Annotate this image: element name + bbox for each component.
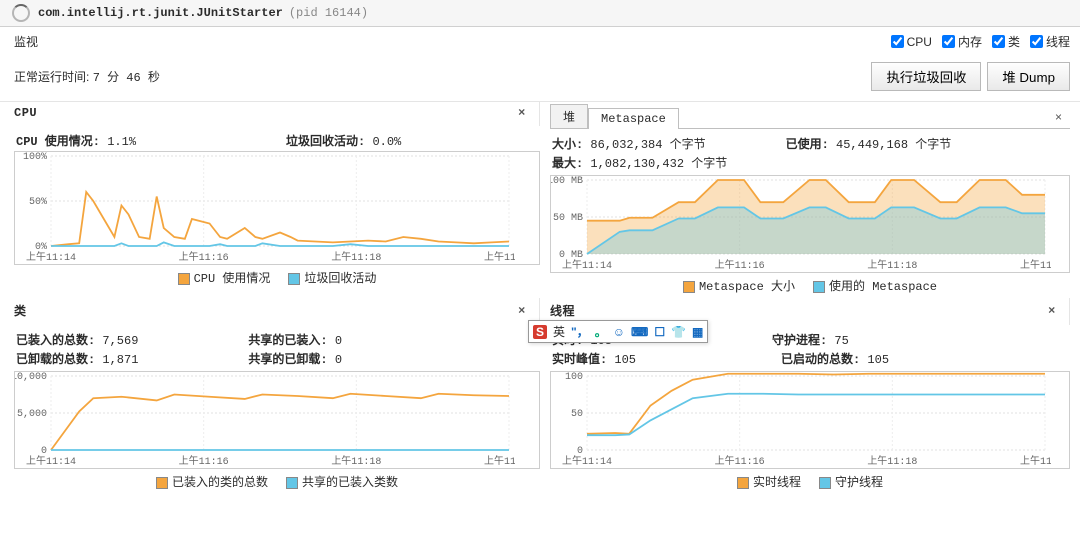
- ime-bubble-icon[interactable]: ☐: [654, 325, 665, 339]
- spinner-icon: [12, 4, 30, 22]
- close-icon[interactable]: ×: [1055, 110, 1070, 128]
- thr-started-value: 105: [867, 353, 889, 367]
- svg-text:上午11:16: 上午11:16: [179, 454, 229, 468]
- svg-text:上午11:18: 上午11:18: [867, 454, 917, 468]
- svg-text:上午11:14: 上午11:14: [26, 454, 76, 468]
- svg-text:上午11:14: 上午11:14: [26, 250, 76, 264]
- svg-text:50 MB: 50 MB: [553, 213, 583, 224]
- svg-text:上午11:20: 上午11:20: [1020, 454, 1051, 468]
- check-classes-box[interactable]: [992, 35, 1005, 48]
- ime-toolbar[interactable]: S 英 "， 。 ☺ ⌨ ☐ 👕 ▦: [528, 320, 708, 343]
- thr-peak-value: 105: [614, 353, 636, 367]
- cls-unload-value: 1,871: [102, 353, 138, 367]
- threads-chart: 0 50 100 上午11:14 上午11:16 上午11:18 上午11:20: [550, 371, 1070, 469]
- legend-meta-blue: 使用的 Metaspace: [813, 277, 937, 294]
- check-cpu-box[interactable]: [891, 35, 904, 48]
- svg-text:0%: 0%: [35, 242, 47, 253]
- cls-shared-value: 0: [335, 334, 342, 348]
- thr-peak-label: 实时峰值:: [552, 353, 607, 367]
- legend-meta-orange: Metaspace 大小: [683, 277, 795, 294]
- cpu-gc-label: 垃圾回收活动:: [286, 135, 365, 149]
- heap-size-value: 86,032,384 个字节: [590, 138, 705, 152]
- svg-text:上午11:18: 上午11:18: [331, 250, 381, 264]
- svg-text:5,000: 5,000: [17, 409, 47, 420]
- svg-text:上午11:16: 上午11:16: [715, 454, 765, 468]
- svg-text:上午11:14: 上午11:14: [562, 454, 612, 468]
- svg-text:100 MB: 100 MB: [551, 176, 583, 187]
- svg-text:上午11:18: 上午11:18: [331, 454, 381, 468]
- svg-text:上午11:20: 上午11:20: [484, 250, 515, 264]
- cls-sharedun-label: 共享的已卸载:: [248, 353, 327, 367]
- ime-punct-icon[interactable]: "，: [571, 323, 589, 340]
- svg-text:50: 50: [571, 409, 583, 420]
- svg-text:上午11:14: 上午11:14: [562, 258, 612, 272]
- svg-text:0: 0: [41, 446, 47, 457]
- svg-text:上午11:20: 上午11:20: [484, 454, 515, 468]
- ime-grid-icon[interactable]: ▦: [692, 325, 703, 339]
- cpu-usage-label: CPU 使用情况:: [16, 135, 100, 149]
- check-classes[interactable]: 类: [992, 33, 1020, 50]
- heap-used-label: 已使用:: [786, 138, 829, 152]
- gc-button[interactable]: 执行垃圾回收: [871, 62, 981, 91]
- ime-keyboard-icon[interactable]: ⌨: [631, 325, 648, 339]
- cpu-gc-value: 0.0%: [372, 135, 401, 149]
- svg-text:0: 0: [577, 446, 583, 457]
- legend-thr-orange: 实时线程: [737, 473, 801, 490]
- check-mem-box[interactable]: [942, 35, 955, 48]
- metaspace-chart: 0 MB 50 MB 100 MB 上午11:14 上午11:16 上午11:18 上午11…: [550, 175, 1070, 273]
- svg-text:上午11:20: 上午11:20: [1020, 258, 1051, 272]
- tab-metaspace[interactable]: Metaspace: [588, 108, 679, 129]
- cls-sharedun-value: 0: [335, 353, 342, 367]
- tab-heap[interactable]: 堆: [550, 104, 588, 128]
- monitor-label: 监视: [14, 33, 38, 50]
- thr-daemon-value: 75: [834, 334, 848, 348]
- svg-text:上午11:16: 上午11:16: [179, 250, 229, 264]
- close-icon[interactable]: ×: [1043, 304, 1069, 318]
- legend-cpu-blue: 垃圾回收活动: [288, 269, 376, 286]
- heap-dump-button[interactable]: 堆 Dump: [987, 62, 1070, 91]
- cpu-usage-value: 1.1%: [107, 135, 136, 149]
- legend-cpu-orange: CPU 使用情况: [178, 269, 271, 286]
- classes-chart: 0 5,000 10,000 上午11:14 上午11:16 上午11:18 上午11:20: [14, 371, 540, 469]
- legend-cls-orange: 已装入的类的总数: [156, 473, 268, 490]
- check-threads[interactable]: 线程: [1030, 33, 1070, 50]
- heap-max-value: 1,082,130,432 个字节: [590, 157, 727, 171]
- svg-text:上午11:16: 上午11:16: [715, 258, 765, 272]
- thr-started-label: 已启动的总数:: [781, 353, 860, 367]
- svg-text:50%: 50%: [29, 197, 47, 208]
- svg-text:100%: 100%: [23, 152, 47, 163]
- legend-thr-blue: 守护线程: [819, 473, 883, 490]
- threads-panel-title: 线程: [550, 302, 1043, 319]
- check-mem[interactable]: 内存: [942, 33, 982, 50]
- ime-lang[interactable]: 英: [553, 323, 565, 340]
- svg-text:0 MB: 0 MB: [559, 250, 583, 261]
- svg-text:10,000: 10,000: [15, 372, 47, 383]
- runtime-value: 7 分 46 秒: [93, 71, 160, 85]
- heap-size-label: 大小:: [552, 138, 583, 152]
- page-title: com.intellij.rt.junit.JUnitStarter: [38, 6, 283, 20]
- runtime-label: 正常运行时间:: [14, 70, 89, 84]
- ime-logo-icon: S: [533, 325, 547, 339]
- cls-total-label: 已装入的总数:: [16, 334, 95, 348]
- cls-total-value: 7,569: [102, 334, 138, 348]
- heap-max-label: 最大:: [552, 157, 583, 171]
- check-threads-box[interactable]: [1030, 35, 1043, 48]
- close-icon[interactable]: ×: [513, 304, 539, 318]
- heap-used-value: 45,449,168 个字节: [836, 138, 951, 152]
- ime-skin-icon[interactable]: 👕: [671, 325, 686, 339]
- svg-text:上午11:18: 上午11:18: [867, 258, 917, 272]
- cls-unload-label: 已卸载的总数:: [16, 353, 95, 367]
- classes-panel-title: 类: [14, 302, 513, 319]
- cpu-panel-title: CPU: [14, 106, 513, 120]
- close-icon[interactable]: ×: [513, 106, 539, 120]
- svg-text:100: 100: [565, 372, 583, 383]
- legend-cls-blue: 共享的已装入类数: [286, 473, 398, 490]
- thr-daemon-label: 守护进程:: [772, 334, 827, 348]
- ime-smile-icon[interactable]: ☺: [613, 325, 625, 339]
- ime-dot-icon[interactable]: 。: [595, 323, 607, 340]
- pid-label: (pid 16144): [289, 6, 368, 20]
- cpu-chart: 0% 50% 100% 上午11:14 上午11:16 上午11:18 上午11:20: [14, 151, 540, 265]
- check-cpu[interactable]: CPU: [891, 33, 932, 50]
- cls-shared-label: 共享的已装入:: [248, 334, 327, 348]
